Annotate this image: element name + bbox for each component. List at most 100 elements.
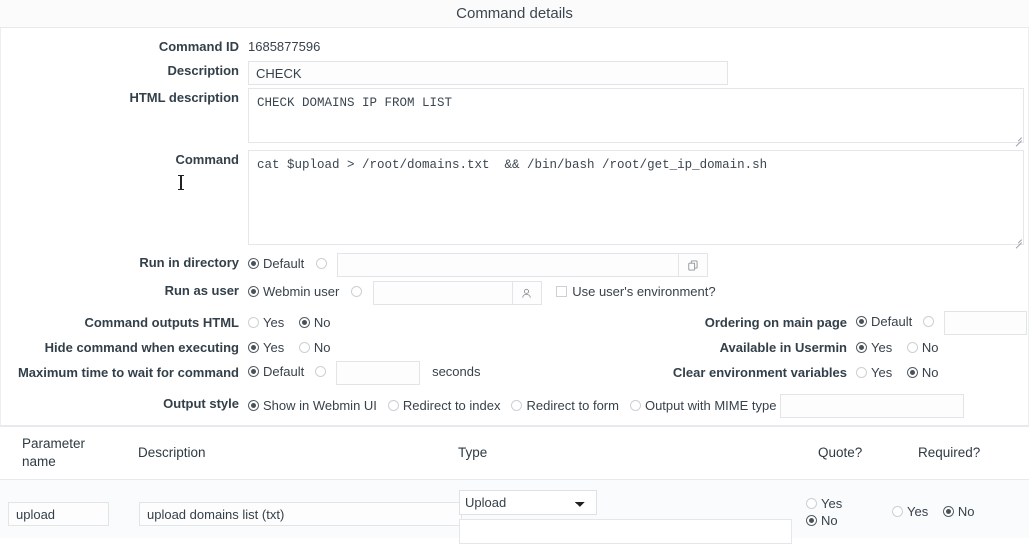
cell-description [118,484,462,526]
column-header-required: Required? [918,445,981,460]
maximum-time-default[interactable]: Default [248,362,304,382]
run-in-directory-input[interactable] [337,253,679,277]
clear-environment-yes[interactable]: Yes [856,363,892,383]
description-input[interactable] [248,61,728,85]
maximum-time-custom[interactable] [314,362,330,382]
field-row-html-description: HTML description CHECK DOMAINS IP FROM L… [1,88,1028,147]
option-label: Yes [263,339,285,355]
ordering-custom[interactable] [922,312,938,332]
output-style-show-in-webmin-ui[interactable]: Show in Webmin UI [248,396,377,416]
radio-icon[interactable] [629,400,641,411]
field-row-clear-environment: Clear environment variables Yes No [621,360,1028,385]
radio-icon[interactable] [892,506,903,517]
run-as-user-custom-option[interactable] [350,282,366,302]
maximum-time-unit-label: seconds [432,363,481,379]
radio-icon[interactable] [298,316,310,328]
parameter-name-input[interactable] [8,502,109,526]
field-row-ordering: Ordering on main page Default [621,310,1028,335]
quote-no-option[interactable]: No [806,512,892,529]
available-in-usermin-no[interactable]: No [906,338,938,358]
radio-icon[interactable] [248,400,259,411]
available-in-usermin-yes[interactable]: Yes [856,338,892,358]
option-label: Redirect to form [526,398,619,413]
run-in-directory-custom-option[interactable] [315,254,331,274]
hide-command-label: Hide command when executing [44,339,239,355]
radio-icon[interactable] [856,315,867,327]
radio-icon[interactable] [248,286,259,298]
ordering-default[interactable]: Default [856,312,912,332]
clear-environment-no[interactable]: No [906,363,939,383]
column-header-parameter-name: Parameter name [22,436,86,469]
mime-type-input[interactable] [780,394,965,418]
option-label: No [957,504,975,519]
command-details-form: Command ID 1685877596 Description HTML d… [0,28,1029,426]
user-chooser-icon[interactable] [511,281,542,305]
option-label: Yes [871,364,893,380]
use-user-environment-label: Use user's environment? [572,284,716,300]
required-no-option[interactable]: No [942,502,975,522]
radio-icon[interactable] [248,341,259,353]
field-row-hide-command: Hide command when executing Yes No [1,335,621,360]
option-label: Yes [821,496,843,511]
radio-icon[interactable] [298,341,310,353]
option-label: Yes [263,314,285,330]
radio-icon[interactable] [350,286,362,298]
maximum-time-label: Maximum time to wait for command [17,364,239,380]
run-in-directory-label: Run in directory [139,255,239,270]
radio-icon[interactable] [248,365,259,377]
parameters-table-header: Parameter name Description Type Quote? R… [0,426,1029,480]
hide-command-no[interactable]: No [298,338,330,358]
radio-icon[interactable] [387,400,399,411]
file-chooser-icon[interactable] [678,253,709,277]
parameter-type-extra-input[interactable] [459,519,792,544]
radio-icon[interactable] [906,366,918,378]
cell-parameter-name [0,484,118,526]
cell-required: Yes No [892,484,1029,522]
options-two-column-region: Command outputs HTML Yes No Hide command… [1,310,1028,385]
radio-icon[interactable] [856,366,867,378]
option-label: No [921,364,939,380]
radio-icon[interactable] [248,316,259,328]
use-user-environment-option[interactable]: Use user's environment? [556,282,716,302]
radio-icon[interactable] [906,341,918,353]
run-as-user-webmin-label: Webmin user [263,284,340,300]
output-style-redirect-to-index[interactable]: Redirect to index [387,396,500,416]
command-outputs-html-no[interactable]: No [298,313,330,333]
radio-icon[interactable] [511,400,523,411]
run-in-directory-default-option[interactable]: Default [248,254,304,274]
quote-yes-option[interactable]: Yes [806,495,892,512]
output-style-redirect-to-form[interactable]: Redirect to form [511,396,619,416]
field-row-run-in-directory: Run in directory Default [1,253,1028,277]
radio-icon[interactable] [806,515,817,526]
parameter-description-input[interactable] [139,502,462,526]
option-label: No [821,513,838,528]
run-as-user-input[interactable] [372,281,512,305]
option-label: Default [263,363,305,379]
radio-icon[interactable] [942,506,954,517]
maximum-time-input[interactable] [336,360,421,385]
radio-icon[interactable] [315,258,327,270]
html-description-textarea[interactable]: CHECK DOMAINS IP FROM LIST [248,88,1024,143]
run-as-user-webmin-option[interactable]: Webmin user [248,282,339,302]
output-style-label: Output style [163,396,239,411]
command-textarea[interactable]: cat $upload > /root/domains.txt && /bin/… [248,150,1024,245]
ordering-input[interactable] [944,310,1028,335]
run-as-user-label: Run as user [164,283,239,298]
command-outputs-html-yes[interactable]: Yes [248,313,284,333]
hide-command-yes[interactable]: Yes [248,338,284,358]
clear-environment-label: Clear environment variables [672,364,847,380]
parameter-type-select[interactable]: Upload [459,490,597,515]
field-row-description: Description [1,61,1028,85]
radio-icon[interactable] [314,365,326,377]
radio-icon[interactable] [856,341,867,353]
required-yes-option[interactable]: Yes [892,502,928,522]
output-style-output-with-mime-type[interactable]: Output with MIME type [629,396,777,416]
radio-icon[interactable] [922,315,934,327]
panel-header: Command details [0,0,1029,28]
radio-icon[interactable] [248,258,259,270]
radio-icon[interactable] [806,498,817,509]
option-label: Output with MIME type [644,398,777,413]
option-label: Yes [871,339,893,355]
column-header-quote: Quote? [818,445,863,460]
checkbox-icon[interactable] [556,286,568,298]
